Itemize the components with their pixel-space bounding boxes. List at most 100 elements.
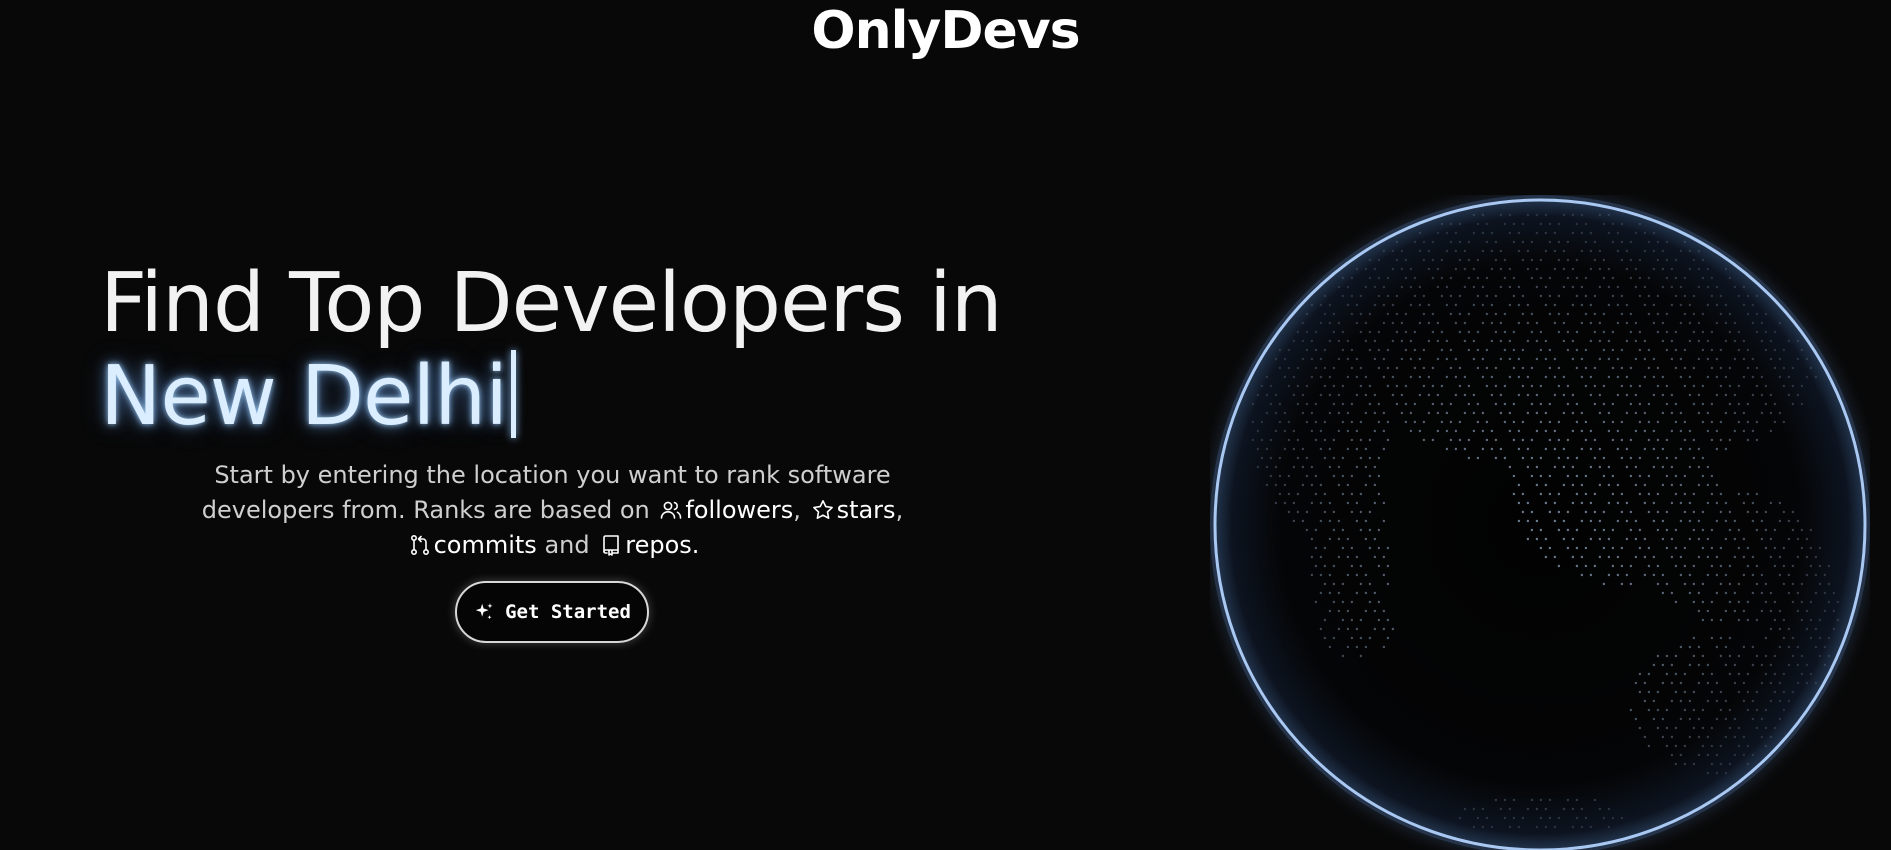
globe-dot	[1400, 411, 1404, 415]
globe-dot	[1818, 636, 1822, 640]
globe-dot	[1679, 429, 1683, 433]
globe-dot	[1652, 717, 1656, 721]
globe-dot	[1755, 312, 1759, 316]
globe-dot	[1530, 798, 1534, 802]
globe-dot	[1589, 447, 1593, 451]
globe-dot	[1382, 303, 1386, 307]
globe-dot	[1679, 555, 1683, 559]
globe-dot	[1458, 312, 1462, 316]
globe-dot	[1404, 312, 1408, 316]
globe-dot	[1346, 429, 1350, 433]
globe-dot	[1350, 510, 1354, 514]
globe-dot	[1836, 600, 1840, 604]
globe-dot	[1647, 240, 1651, 244]
globe-dot	[1665, 672, 1669, 676]
globe-dot	[1697, 717, 1701, 721]
globe-dot	[1328, 339, 1332, 343]
globe-dot	[1373, 339, 1377, 343]
globe-dot	[1593, 456, 1597, 460]
globe-dot	[1796, 519, 1800, 523]
globe-dot	[1692, 294, 1696, 298]
globe-dot	[1305, 348, 1309, 352]
globe-dot	[1481, 825, 1485, 829]
globe-dot	[1580, 429, 1584, 433]
globe-dot	[1575, 420, 1579, 424]
site-logo[interactable]: OnlyDevs	[0, 0, 1891, 62]
globe-dot	[1337, 393, 1341, 397]
globe-dot	[1733, 339, 1737, 343]
globe-dot	[1715, 429, 1719, 433]
globe-dot	[1355, 591, 1359, 595]
globe-dot	[1719, 690, 1723, 694]
globe-dot	[1584, 816, 1588, 820]
globe-dot	[1665, 330, 1669, 334]
globe-dot	[1337, 411, 1341, 415]
globe-dot	[1436, 393, 1440, 397]
globe-dot	[1661, 663, 1665, 667]
globe-dot	[1386, 546, 1390, 550]
globe-dot	[1724, 501, 1728, 505]
globe-dot	[1602, 276, 1606, 280]
globe-dot	[1733, 609, 1737, 613]
globe-dot	[1305, 402, 1309, 406]
globe-dot	[1265, 375, 1269, 379]
globe-dot	[1589, 267, 1593, 271]
globe-dot	[1566, 546, 1570, 550]
globe-dot	[1377, 564, 1381, 568]
globe-dot	[1413, 420, 1417, 424]
globe-dot	[1715, 591, 1719, 595]
globe-dot	[1553, 231, 1557, 235]
globe-dot	[1431, 312, 1435, 316]
globe-dot	[1350, 474, 1354, 478]
globe-dot	[1499, 321, 1503, 325]
globe-dot	[1553, 357, 1557, 361]
globe-dot	[1724, 303, 1728, 307]
globe-dot	[1751, 519, 1755, 523]
globe-dot	[1728, 528, 1732, 532]
globe-dot	[1670, 699, 1674, 703]
globe-dot	[1526, 807, 1530, 811]
globe-dot	[1566, 798, 1570, 802]
globe-dot	[1737, 546, 1741, 550]
globe-dot	[1746, 510, 1750, 514]
globe-dot	[1746, 672, 1750, 676]
globe-dot	[1499, 339, 1503, 343]
globe-dot	[1472, 393, 1476, 397]
globe-dot	[1778, 555, 1782, 559]
globe-dot	[1634, 429, 1638, 433]
globe-dot	[1769, 699, 1773, 703]
globe-dot	[1548, 366, 1552, 370]
globe-dot	[1656, 456, 1660, 460]
globe-dot	[1472, 339, 1476, 343]
globe-dot	[1526, 411, 1530, 415]
globe-dot	[1508, 411, 1512, 415]
globe-dot	[1643, 375, 1647, 379]
globe-dot	[1472, 357, 1476, 361]
globe-dot	[1539, 294, 1543, 298]
globe-dot	[1611, 330, 1615, 334]
get-started-button[interactable]: Get Started	[455, 581, 649, 643]
globe-dot	[1454, 375, 1458, 379]
globe-dot	[1679, 411, 1683, 415]
globe-dot	[1629, 510, 1633, 514]
globe-dot	[1445, 285, 1449, 289]
globe-dot	[1485, 420, 1489, 424]
globe-dot	[1548, 402, 1552, 406]
globe-dot	[1620, 240, 1624, 244]
globe-dot	[1422, 420, 1426, 424]
globe-dot	[1769, 681, 1773, 685]
globe-dot	[1350, 402, 1354, 406]
globe-dot	[1454, 429, 1458, 433]
globe-dot	[1598, 339, 1602, 343]
globe-dot	[1737, 528, 1741, 532]
globe-dot	[1296, 402, 1300, 406]
globe-dot	[1481, 429, 1485, 433]
globe-dot	[1274, 393, 1278, 397]
globe-dot	[1566, 330, 1570, 334]
globe-dot	[1499, 447, 1503, 451]
globe-dot	[1742, 735, 1746, 739]
globe-dot	[1283, 375, 1287, 379]
globe-dot	[1625, 321, 1629, 325]
globe-dot	[1269, 402, 1273, 406]
globe-dot	[1269, 456, 1273, 460]
